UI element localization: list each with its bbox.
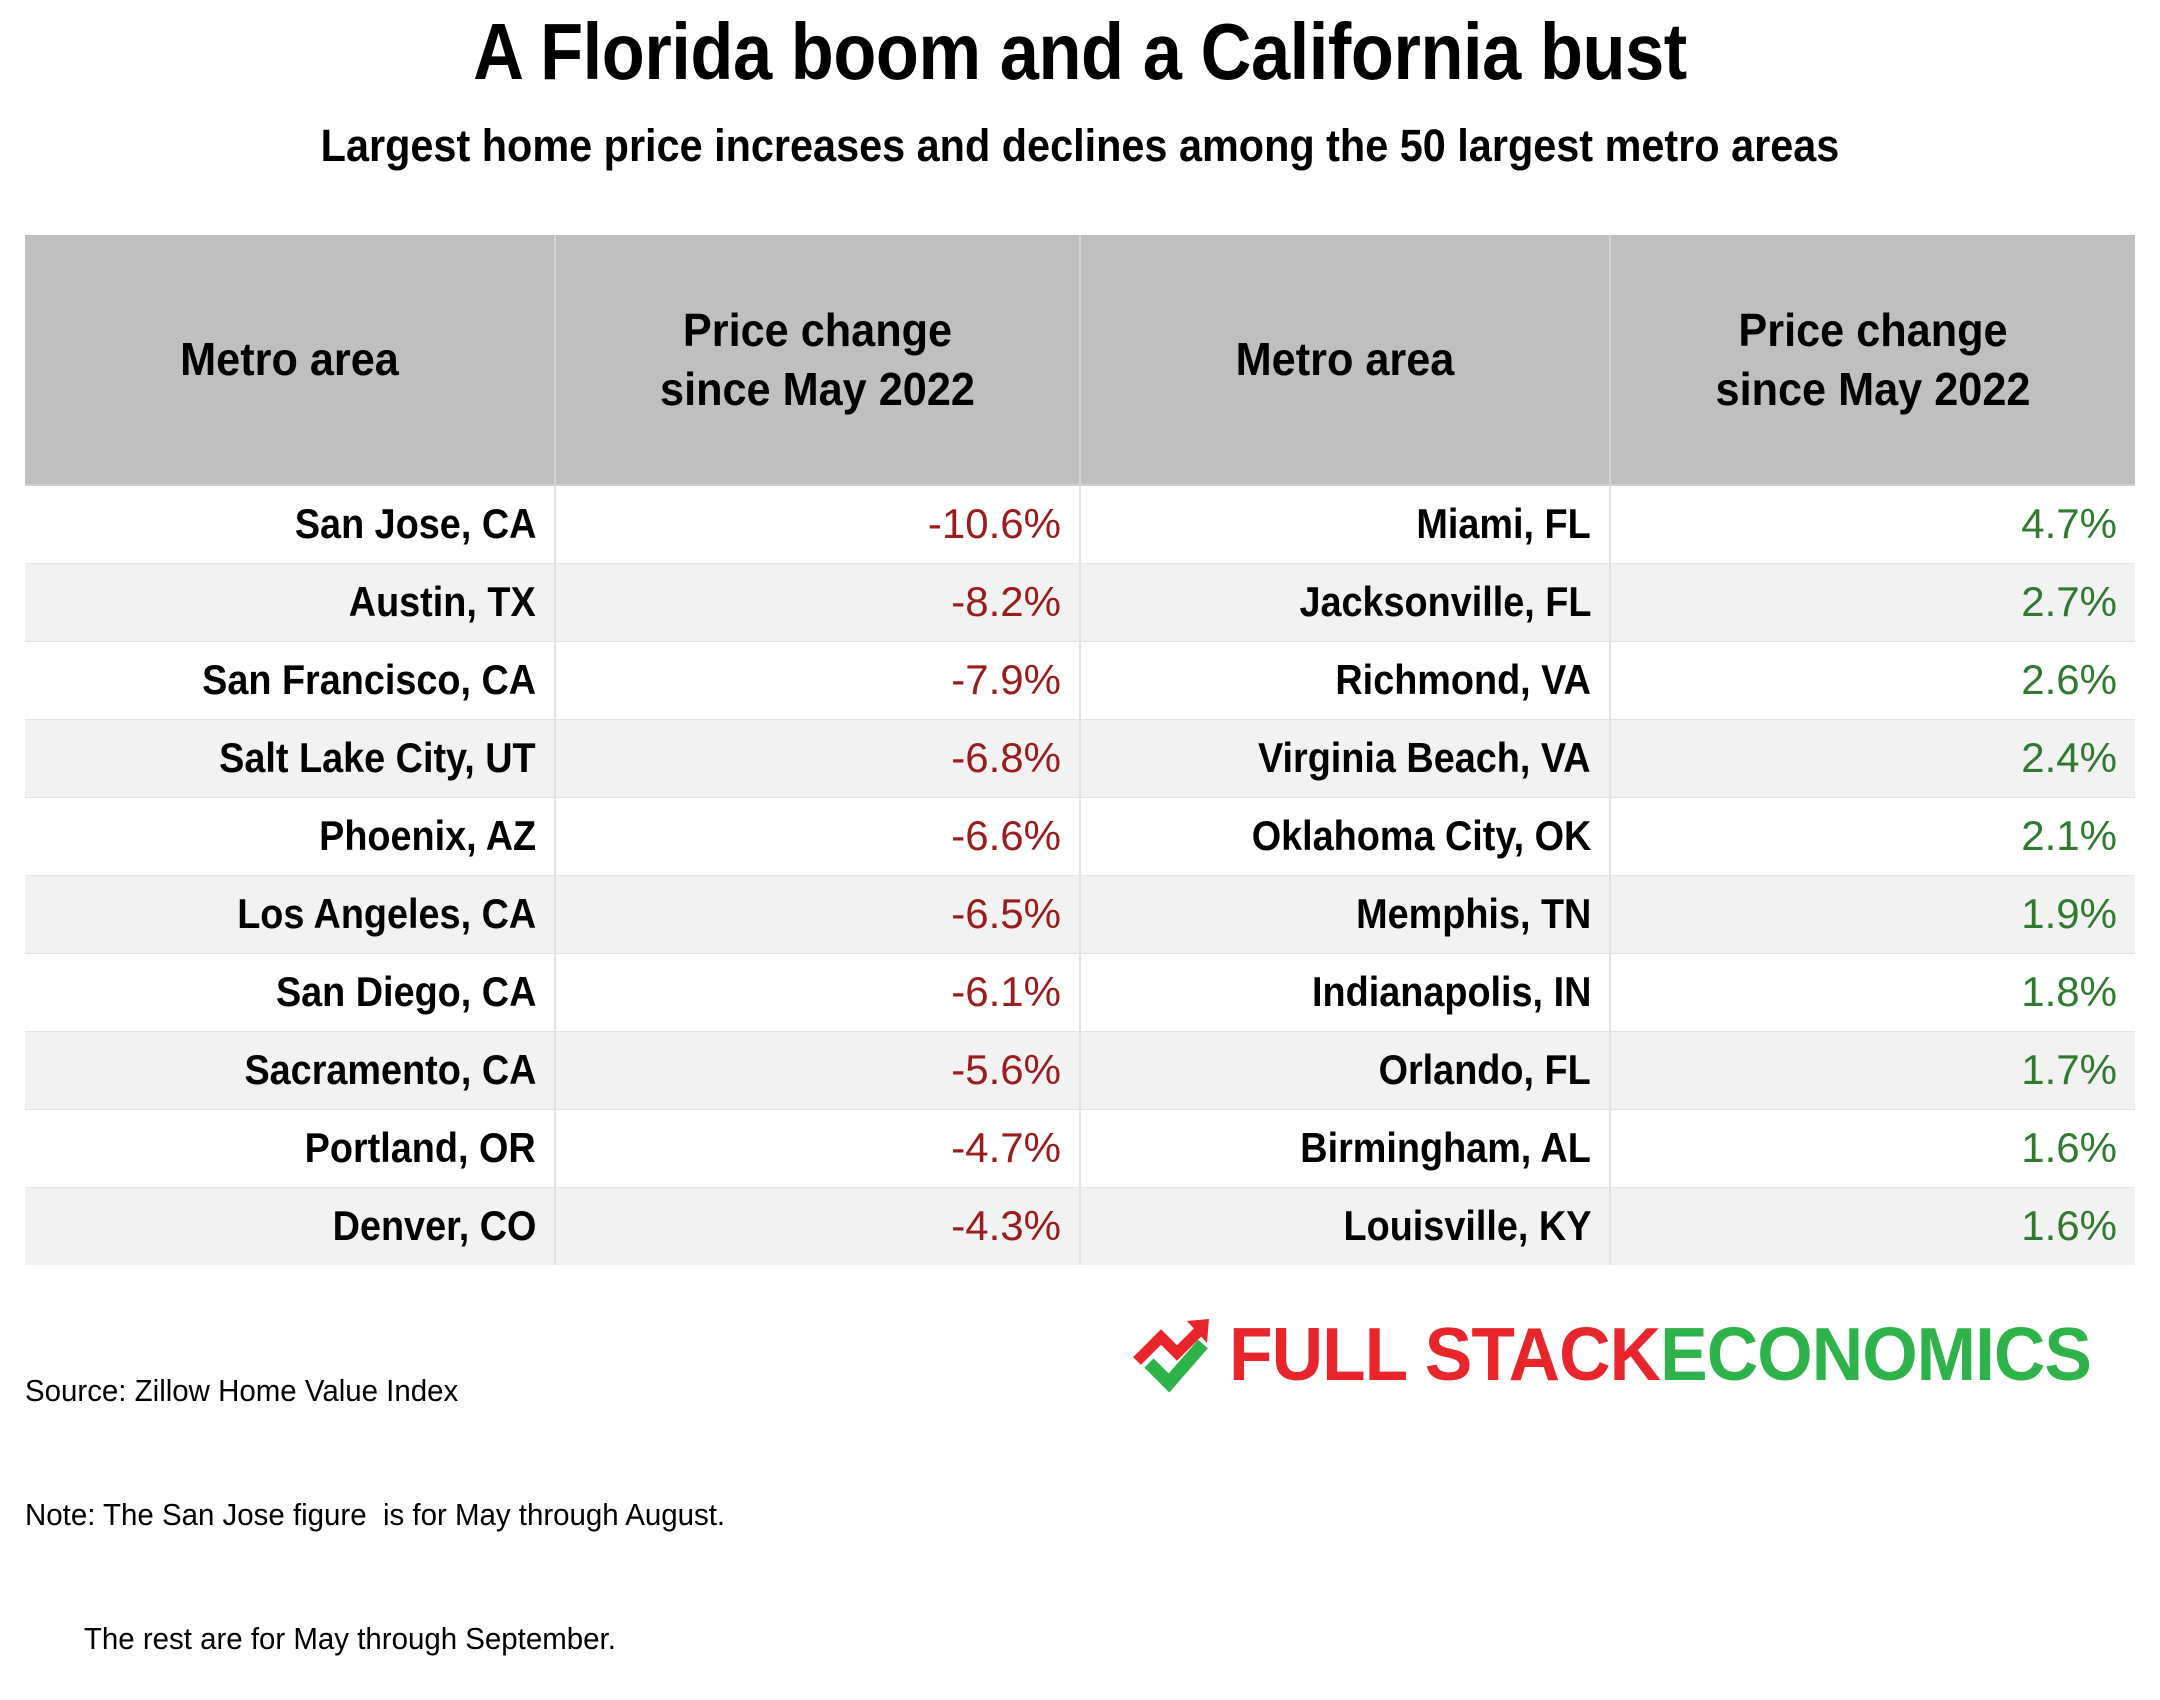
cell-metro-right-label: Memphis, TN	[1355, 890, 1591, 937]
cell-metro-left-label: San Diego, CA	[275, 968, 536, 1015]
cell-metro-left-label: Los Angeles, CA	[237, 890, 536, 937]
table-row: Salt Lake City, UT -6.8% Virginia Beach, V…	[25, 718, 2135, 797]
cell-price-right: 1.6%	[1610, 1108, 2135, 1187]
table-row: San Jose, CA -10.6% Miami, FL 4.7%	[25, 484, 2135, 563]
cell-metro-left: Denver, CO	[25, 1186, 556, 1265]
column-header-metro-left: Metro area	[25, 235, 556, 485]
cell-metro-left-label: San Jose, CA	[294, 500, 536, 548]
cell-metro-right-label: Jacksonville, FL	[1298, 578, 1591, 625]
cell-price-left: -8.2%	[555, 562, 1081, 641]
logo-word-full-stack: FULL STACK	[1228, 1311, 1661, 1396]
cell-price-right: 1.8%	[1610, 952, 2135, 1031]
table-row: Denver, CO -4.3% Louisville, KY 1.6%	[25, 1186, 2135, 1265]
cell-metro-left-label: Salt Lake City, UT	[219, 734, 536, 781]
cell-metro-left-label: Denver, CO	[332, 1202, 536, 1250]
cell-metro-left-label: Phoenix, AZ	[318, 812, 536, 859]
cell-metro-right-label: Indianapolis, IN	[1311, 968, 1591, 1015]
logo-word-economics: ECONOMICS	[1659, 1311, 2092, 1396]
cell-metro-right: Richmond, VA	[1080, 640, 1611, 719]
cell-metro-left: Sacramento, CA	[25, 1030, 556, 1109]
cell-metro-left-label: Sacramento, CA	[244, 1046, 536, 1093]
cell-metro-right: Birmingham, AL	[1080, 1108, 1611, 1187]
cell-metro-left: Salt Lake City, UT	[25, 718, 556, 797]
column-header-price-right: Price change since May 2022	[1610, 235, 2135, 485]
column-header-metro-left-line1: Metro area	[180, 333, 399, 386]
column-header-price-left-line1: Price change	[682, 303, 953, 356]
cell-metro-left: San Jose, CA	[25, 484, 556, 563]
cell-price-left: -6.1%	[555, 952, 1081, 1031]
footnote-source: Source: Zillow Home Value Index	[25, 1373, 459, 1409]
cell-metro-left: Phoenix, AZ	[25, 796, 556, 875]
footnotes: Source: Zillow Home Value Index Note: Th…	[25, 1288, 762, 1700]
cell-metro-right-label: Oklahoma City, OK	[1251, 812, 1591, 859]
column-header-price-right-line1: Price change	[1738, 303, 2008, 356]
table-header-row: Metro area Price change since May 2022 M…	[25, 235, 2135, 485]
table-row: Portland, OR -4.7% Birmingham, AL 1.6%	[25, 1108, 2135, 1187]
cell-price-left: -10.6%	[555, 484, 1081, 563]
cell-price-right: 2.1%	[1610, 796, 2135, 875]
column-header-price-left: Price change since May 2022	[555, 235, 1081, 485]
page-title: A Florida boom and a California bust	[473, 7, 1687, 96]
cell-price-right: 2.6%	[1610, 640, 2135, 719]
column-header-price-right-line2: since May 2022	[1715, 362, 2031, 415]
table-header: Metro area Price change since May 2022 M…	[25, 235, 2135, 485]
cell-metro-left: San Francisco, CA	[25, 640, 556, 719]
cell-metro-right-label: Orlando, FL	[1378, 1046, 1591, 1093]
full-stack-economics-logo: FULL STACKECONOMICS	[1131, 1306, 2136, 1402]
table-row: San Diego, CA -6.1% Indianapolis, IN 1.8%	[25, 952, 2135, 1031]
cell-metro-left: Los Angeles, CA	[25, 874, 556, 953]
cell-price-left: -6.8%	[555, 718, 1081, 797]
column-header-price-left-line2: since May 2022	[660, 362, 975, 415]
cell-metro-right: Indianapolis, IN	[1080, 952, 1611, 1031]
column-header-metro-right-line1: Metro area	[1235, 333, 1455, 386]
cell-metro-right-label: Louisville, KY	[1343, 1202, 1591, 1250]
cell-metro-left: San Diego, CA	[25, 952, 556, 1031]
cell-metro-left: Austin, TX	[25, 562, 556, 641]
table-row: San Francisco, CA -7.9% Richmond, VA 2.6%	[25, 640, 2135, 719]
cell-price-right: 2.4%	[1610, 718, 2135, 797]
cell-metro-right: Oklahoma City, OK	[1080, 796, 1611, 875]
page-subtitle: Largest home price increases and decline…	[320, 120, 1840, 171]
cell-price-left: -4.7%	[555, 1108, 1081, 1187]
cell-price-left: -6.5%	[555, 874, 1081, 953]
cell-metro-right: Jacksonville, FL	[1080, 562, 1611, 641]
cell-metro-right-label: Miami, FL	[1416, 500, 1591, 548]
table-row: Phoenix, AZ -6.6% Oklahoma City, OK 2.1%	[25, 796, 2135, 875]
cell-price-left: -4.3%	[555, 1186, 1081, 1265]
metro-price-table-container: Metro area Price change since May 2022 M…	[25, 235, 2135, 1265]
footnote-note-line-2: The rest are for May through September.	[83, 1620, 616, 1656]
cell-metro-right: Memphis, TN	[1080, 874, 1611, 953]
metro-price-table: Metro area Price change since May 2022 M…	[25, 235, 2135, 1265]
cell-metro-right: Virginia Beach, VA	[1080, 718, 1611, 797]
column-header-metro-right: Metro area	[1080, 235, 1611, 485]
cell-price-right: 2.7%	[1610, 562, 2135, 641]
table-body: San Jose, CA -10.6% Miami, FL 4.7% Austin, T…	[25, 484, 2135, 1265]
cell-metro-right: Orlando, FL	[1080, 1030, 1611, 1109]
cell-metro-left-label: Portland, OR	[304, 1124, 536, 1171]
cell-metro-right-label: Richmond, VA	[1335, 656, 1591, 703]
cell-metro-right-label: Virginia Beach, VA	[1258, 734, 1591, 781]
cell-metro-left-label: Austin, TX	[349, 578, 536, 625]
cell-metro-right-label: Birmingham, AL	[1300, 1124, 1591, 1171]
cell-price-left: -5.6%	[555, 1030, 1081, 1109]
cell-metro-right: Miami, FL	[1080, 484, 1611, 563]
cell-metro-left: Portland, OR	[25, 1108, 556, 1187]
cell-price-right: 1.7%	[1610, 1030, 2135, 1109]
cell-price-left: -7.9%	[555, 640, 1081, 719]
table-row: Sacramento, CA -5.6% Orlando, FL 1.7%	[25, 1030, 2135, 1109]
footnote-note-line-1: Note: The San Jose figure is for May thr…	[25, 1497, 726, 1533]
chart-arrow-check-icon	[1132, 1319, 1209, 1393]
cell-price-right: 1.9%	[1610, 874, 2135, 953]
table-row: Austin, TX -8.2% Jacksonville, FL 2.7%	[25, 562, 2135, 641]
cell-metro-right: Louisville, KY	[1080, 1186, 1611, 1265]
cell-price-right: 1.6%	[1610, 1186, 2135, 1265]
table-row: Los Angeles, CA -6.5% Memphis, TN 1.9%	[25, 874, 2135, 953]
cell-metro-left-label: San Francisco, CA	[202, 656, 536, 703]
logo-wordmark: FULL STACKECONOMICS	[1229, 1316, 2092, 1392]
cell-price-right: 4.7%	[1610, 484, 2135, 563]
cell-price-left: -6.6%	[555, 796, 1081, 875]
